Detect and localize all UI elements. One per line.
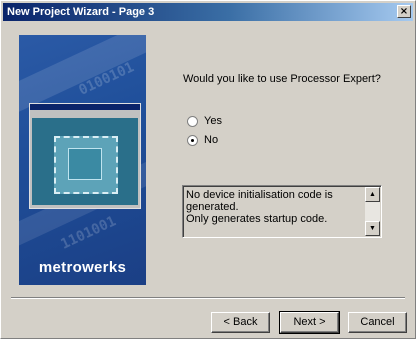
wizard-banner-image: 0100101 1101001 metrowerks: [19, 35, 146, 285]
radio-no-label: No: [204, 134, 219, 146]
scroll-up-button[interactable]: ▲: [365, 187, 380, 202]
back-button[interactable]: < Back: [211, 312, 270, 333]
radio-yes-label: Yes: [204, 115, 222, 127]
arrow-down-icon: ▼: [369, 225, 376, 232]
window-title: New Project Wizard - Page 3: [7, 6, 155, 18]
thumbnail-body: [32, 118, 138, 205]
next-button[interactable]: Next >: [279, 311, 340, 334]
radio-button-icon[interactable]: [187, 115, 198, 127]
wizard-window: New Project Wizard - Page 3 × 0100101 11…: [0, 0, 416, 339]
radio-button-icon[interactable]: [187, 134, 198, 146]
close-button[interactable]: ×: [397, 5, 411, 18]
question-label: Would you like to use Processor Expert?: [183, 73, 381, 85]
radio-no[interactable]: No: [187, 134, 218, 148]
cancel-button[interactable]: Cancel: [348, 312, 407, 333]
arrow-up-icon: ▲: [369, 191, 376, 198]
metrowerks-logo: metrowerks: [38, 259, 127, 276]
screenshot-thumbnail: [29, 103, 141, 209]
title-bar: New Project Wizard - Page 3 ×: [3, 3, 413, 21]
close-icon: ×: [399, 6, 409, 17]
vertical-scrollbar[interactable]: ▲ ▼: [365, 187, 380, 236]
radio-yes[interactable]: Yes: [187, 115, 222, 129]
chip-core: [68, 148, 102, 180]
description-box[interactable]: No device initialisation code is generat…: [182, 185, 382, 238]
footer-separator: [11, 297, 405, 299]
description-text: No device initialisation code is generat…: [186, 189, 333, 225]
scroll-down-button[interactable]: ▼: [365, 221, 380, 236]
thumbnail-titlebar: [30, 104, 140, 110]
